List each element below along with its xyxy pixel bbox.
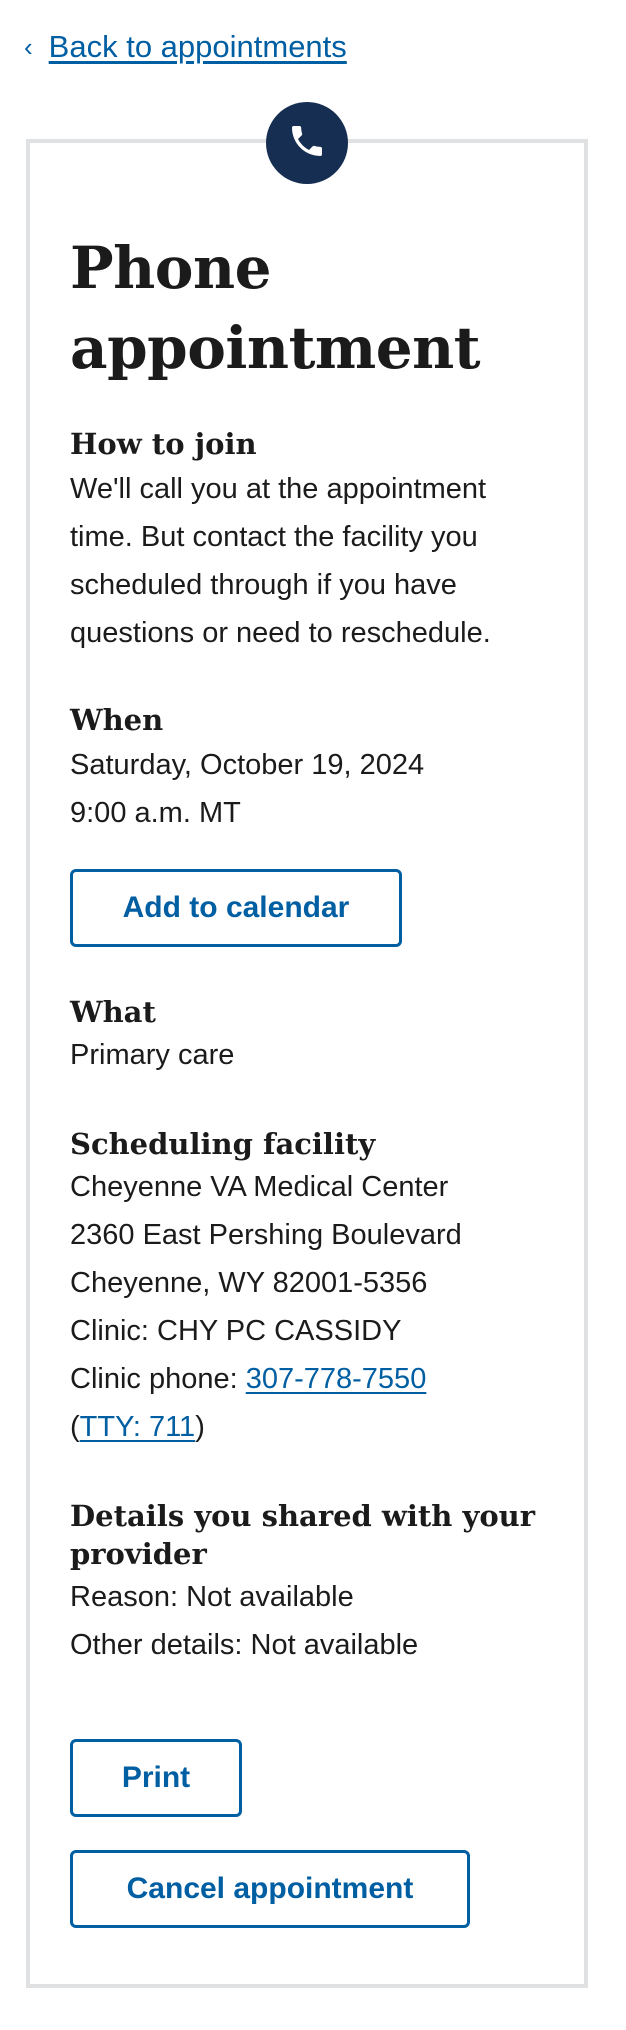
facility-name: Cheyenne VA Medical Center	[70, 1171, 449, 1203]
scheduling-facility-label: Scheduling facility	[70, 1127, 376, 1161]
details-shared-values: Reason: Not available Other details: Not…	[70, 1573, 570, 1669]
how-to-join-text: We'll call you at the appointment time. …	[70, 465, 570, 657]
phone-icon	[287, 121, 327, 166]
clinic-phone-link[interactable]: 307-778-7550	[246, 1363, 427, 1395]
facility-details: Cheyenne VA Medical Center 2360 East Per…	[70, 1163, 570, 1451]
facility-address-line2: Cheyenne, WY 82001-5356	[70, 1267, 428, 1299]
add-to-calendar-button[interactable]: Add to calendar	[70, 869, 402, 947]
appointment-time: 9:00 a.m. MT	[70, 797, 241, 829]
how-to-join-line: questions or need to reschedule.	[70, 617, 491, 649]
when-section: When Saturday, October 19, 2024 9:00 a.m…	[70, 701, 570, 837]
when-value: Saturday, October 19, 2024 9:00 a.m. MT	[70, 741, 570, 837]
details-shared-section: Details you shared with your provider Re…	[70, 1497, 570, 1669]
details-label-line: provider	[70, 1537, 207, 1571]
how-to-join-line: time. But contact the facility you	[70, 521, 478, 553]
phone-badge	[266, 102, 348, 184]
title-line-2: appointment	[70, 314, 481, 382]
tty-close-paren: )	[195, 1411, 205, 1443]
how-to-join-line: scheduled through if you have	[70, 569, 457, 601]
how-to-join-line: We'll call you at the appointment	[70, 473, 487, 505]
how-to-join-label: How to join	[70, 427, 257, 461]
clinic-name: Clinic: CHY PC CASSIDY	[70, 1315, 402, 1347]
tty-link[interactable]: TTY: 711	[80, 1411, 196, 1443]
scheduling-facility-section: Scheduling facility Cheyenne VA Medical …	[70, 1125, 570, 1451]
what-section: What Primary care	[70, 993, 570, 1079]
when-label: When	[70, 703, 164, 737]
clinic-phone-label: Clinic phone:	[70, 1363, 246, 1395]
tty-open-paren: (	[70, 1411, 80, 1443]
appointment-date: Saturday, October 19, 2024	[70, 749, 425, 781]
page-title: Phone appointment	[70, 228, 570, 388]
other-details-value: Other details: Not available	[70, 1629, 419, 1661]
details-shared-label: Details you shared with your provider	[70, 1497, 570, 1573]
details-label-line: Details you shared with your	[70, 1499, 536, 1533]
facility-address-line1: 2360 East Pershing Boulevard	[70, 1219, 462, 1251]
reason-value: Reason: Not available	[70, 1581, 354, 1613]
back-link-label: Back to appointments	[48, 29, 347, 64]
what-value: Primary care	[70, 1039, 235, 1071]
cancel-appointment-button[interactable]: Cancel appointment	[70, 1850, 470, 1928]
print-button[interactable]: Print	[70, 1739, 242, 1817]
title-line-1: Phone	[70, 234, 272, 302]
how-to-join-section: How to join We'll call you at the appoin…	[70, 425, 570, 657]
back-to-appointments-link[interactable]: ‹ Back to appointments	[24, 26, 347, 68]
what-label: What	[70, 995, 156, 1029]
chevron-left-icon: ‹	[24, 32, 33, 62]
